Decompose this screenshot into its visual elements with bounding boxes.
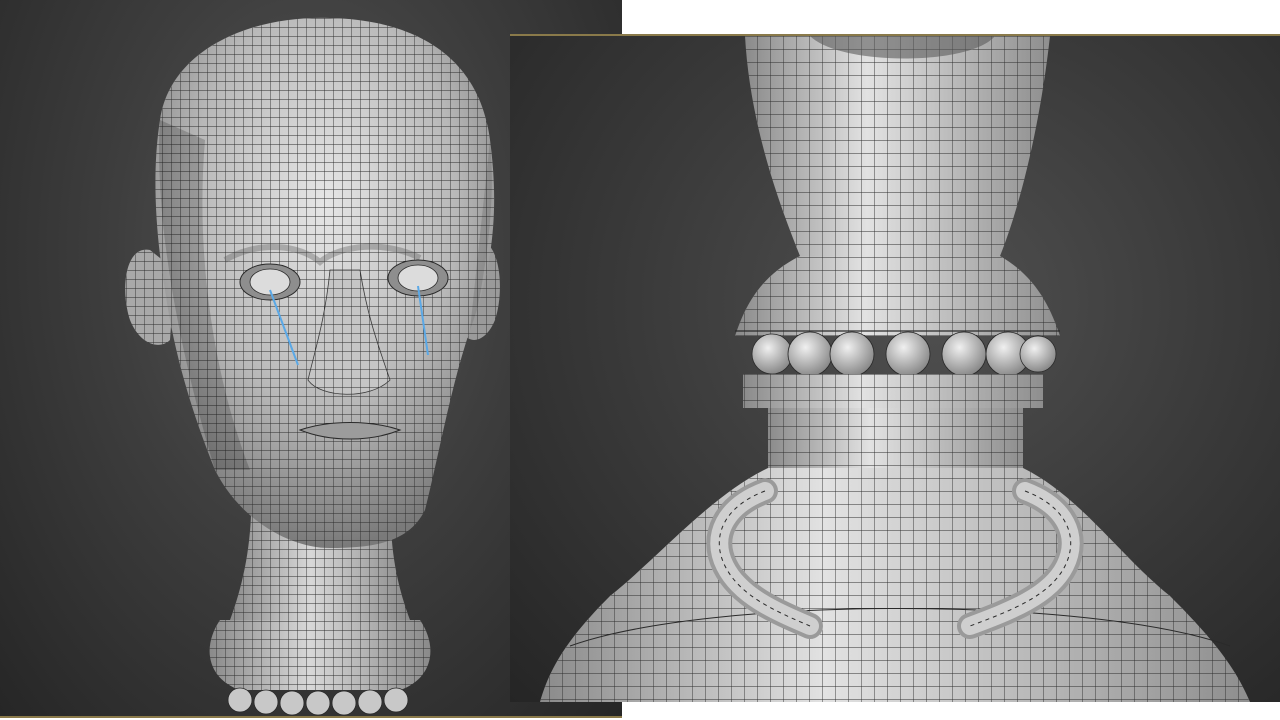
screenshot-canvas bbox=[0, 0, 1280, 720]
vase-body-mesh bbox=[540, 468, 1250, 702]
vase-bead-ring bbox=[751, 331, 1057, 377]
head-mesh bbox=[155, 17, 495, 548]
vase-collar-mesh bbox=[743, 374, 1043, 408]
vase-neck-mesh bbox=[768, 408, 1023, 468]
vase-mesh-render bbox=[540, 36, 1250, 702]
vase-skirt-mesh bbox=[735, 256, 1060, 336]
viewport-left-border bbox=[0, 716, 622, 718]
vase-flare-mesh bbox=[745, 36, 1050, 256]
viewport-right[interactable] bbox=[510, 34, 1280, 702]
bead-ring bbox=[227, 687, 409, 716]
